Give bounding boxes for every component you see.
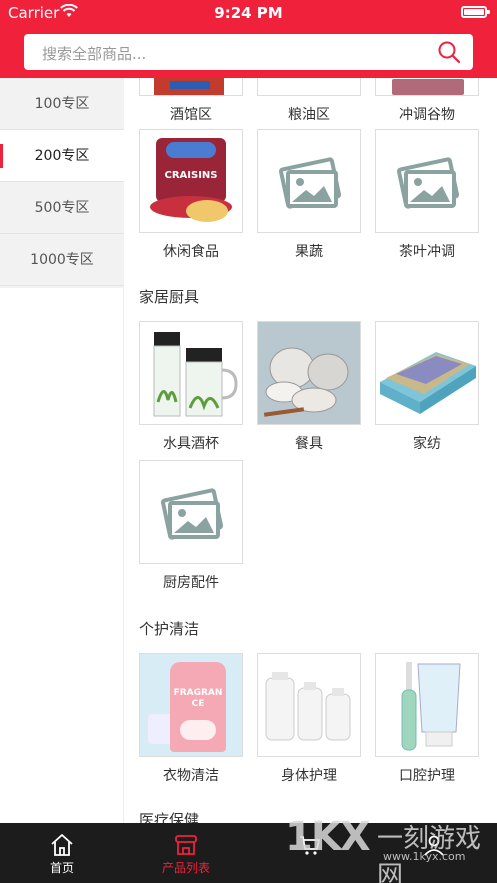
store-icon bbox=[175, 835, 197, 855]
tab-home[interactable]: 首页 bbox=[0, 823, 124, 883]
watermark: 1KX 一刻游戏网 www.1kyx.com bbox=[285, 814, 497, 883]
search-bar[interactable]: 搜索全部商品... bbox=[24, 34, 473, 70]
tile-label: 口腔护理 bbox=[399, 768, 455, 784]
craisins-snack-photo: CRAISINS bbox=[139, 129, 243, 233]
tile-label: 果蔬 bbox=[295, 244, 323, 260]
category-tile-fruit-veg[interactable]: 果蔬 bbox=[257, 129, 361, 261]
bedding-photo bbox=[375, 321, 479, 425]
liquor-photo bbox=[139, 78, 243, 96]
category-sidebar: 100专区 200专区 500专区 1000专区 bbox=[0, 78, 124, 288]
category-tile-liquor[interactable]: 酒馆区 bbox=[139, 78, 243, 124]
section-title-healthcare: 医疗保健 bbox=[139, 811, 200, 823]
section-title-personal-care: 个护清洁 bbox=[139, 620, 200, 638]
tile-label: 身体护理 bbox=[281, 768, 337, 784]
section-title-home-kitchen: 家居厨具 bbox=[139, 288, 200, 306]
tile-label: 粮油区 bbox=[288, 107, 330, 123]
tile-label: 餐具 bbox=[295, 436, 323, 452]
search-placeholder: 搜索全部商品... bbox=[42, 45, 147, 63]
category-tile-laundry[interactable]: FRAGRANCE 衣物清洁 bbox=[139, 653, 243, 785]
cereal-photo bbox=[375, 78, 479, 96]
sidebar-item-1000[interactable]: 1000专区 bbox=[0, 234, 124, 286]
sidebar-item-100[interactable]: 100专区 bbox=[0, 78, 124, 130]
home-icon bbox=[51, 834, 73, 856]
tile-label: 酒馆区 bbox=[170, 107, 212, 123]
tile-label: 家纺 bbox=[413, 436, 441, 452]
detergent-brand-text: FRAGRANCE bbox=[173, 688, 223, 709]
category-tile-oral-care[interactable]: 口腔护理 bbox=[375, 653, 479, 785]
category-tile-tableware[interactable]: 餐具 bbox=[257, 321, 361, 453]
body-care-bottles-photo bbox=[257, 653, 361, 757]
product-category-list: 酒馆区 粮油区 冲调谷物 CRAISINS 休闲食品 果蔬 茶叶冲调 家居厨具 … bbox=[124, 78, 497, 823]
watermark-url: www.1kyx.com bbox=[383, 850, 466, 863]
tile-label: 休闲食品 bbox=[163, 244, 219, 260]
toothbrush-toothpaste-photo bbox=[375, 653, 479, 757]
grain-oil-photo bbox=[257, 78, 361, 96]
tile-label: 厨房配件 bbox=[163, 575, 219, 591]
category-tile-cereal[interactable]: 冲调谷物 bbox=[375, 78, 479, 124]
category-tile-body-care[interactable]: 身体护理 bbox=[257, 653, 361, 785]
sidebar-empty-area bbox=[0, 288, 124, 823]
status-bar: Carrier 9:24 PM bbox=[0, 0, 497, 26]
placeholder-image-icon bbox=[257, 129, 361, 233]
tab-label: 产品列表 bbox=[161, 861, 210, 875]
placeholder-image-icon bbox=[375, 129, 479, 233]
tableware-photo bbox=[257, 321, 361, 425]
watermark-logo: 1KX bbox=[285, 814, 371, 860]
tile-label: 衣物清洁 bbox=[163, 768, 219, 784]
tile-label: 茶叶冲调 bbox=[399, 244, 455, 260]
category-tile-home-textiles[interactable]: 家纺 bbox=[375, 321, 479, 453]
tile-label: 冲调谷物 bbox=[399, 107, 455, 123]
placeholder-image-icon bbox=[139, 460, 243, 564]
category-tile-drinkware[interactable]: 水具酒杯 bbox=[139, 321, 243, 453]
tab-product-list[interactable]: 产品列表 bbox=[124, 823, 248, 883]
tile-label: 水具酒杯 bbox=[163, 436, 219, 452]
category-tile-snacks[interactable]: CRAISINS 休闲食品 bbox=[139, 129, 243, 261]
tab-label: 首页 bbox=[49, 861, 74, 875]
search-icon[interactable] bbox=[437, 40, 461, 64]
category-tile-grain-oil[interactable]: 粮油区 bbox=[257, 78, 361, 124]
battery-icon bbox=[461, 6, 490, 18]
app-screen: Carrier 9:24 PM 搜索全部商品... 100专区 200专区 50… bbox=[0, 0, 497, 883]
category-tile-tea[interactable]: 茶叶冲调 bbox=[375, 129, 479, 261]
sidebar-item-200[interactable]: 200专区 bbox=[0, 130, 124, 182]
status-time: 9:24 PM bbox=[214, 4, 283, 22]
category-tile-kitchen-accessories[interactable]: 厨房配件 bbox=[139, 460, 243, 592]
laundry-detergent-photo: FRAGRANCE bbox=[139, 653, 243, 757]
craisins-brand-text: CRAISINS bbox=[164, 170, 218, 181]
header: Carrier 9:24 PM 搜索全部商品... bbox=[0, 0, 497, 78]
sidebar-item-500[interactable]: 500专区 bbox=[0, 182, 124, 234]
glass-tumbler-photo bbox=[139, 321, 243, 425]
